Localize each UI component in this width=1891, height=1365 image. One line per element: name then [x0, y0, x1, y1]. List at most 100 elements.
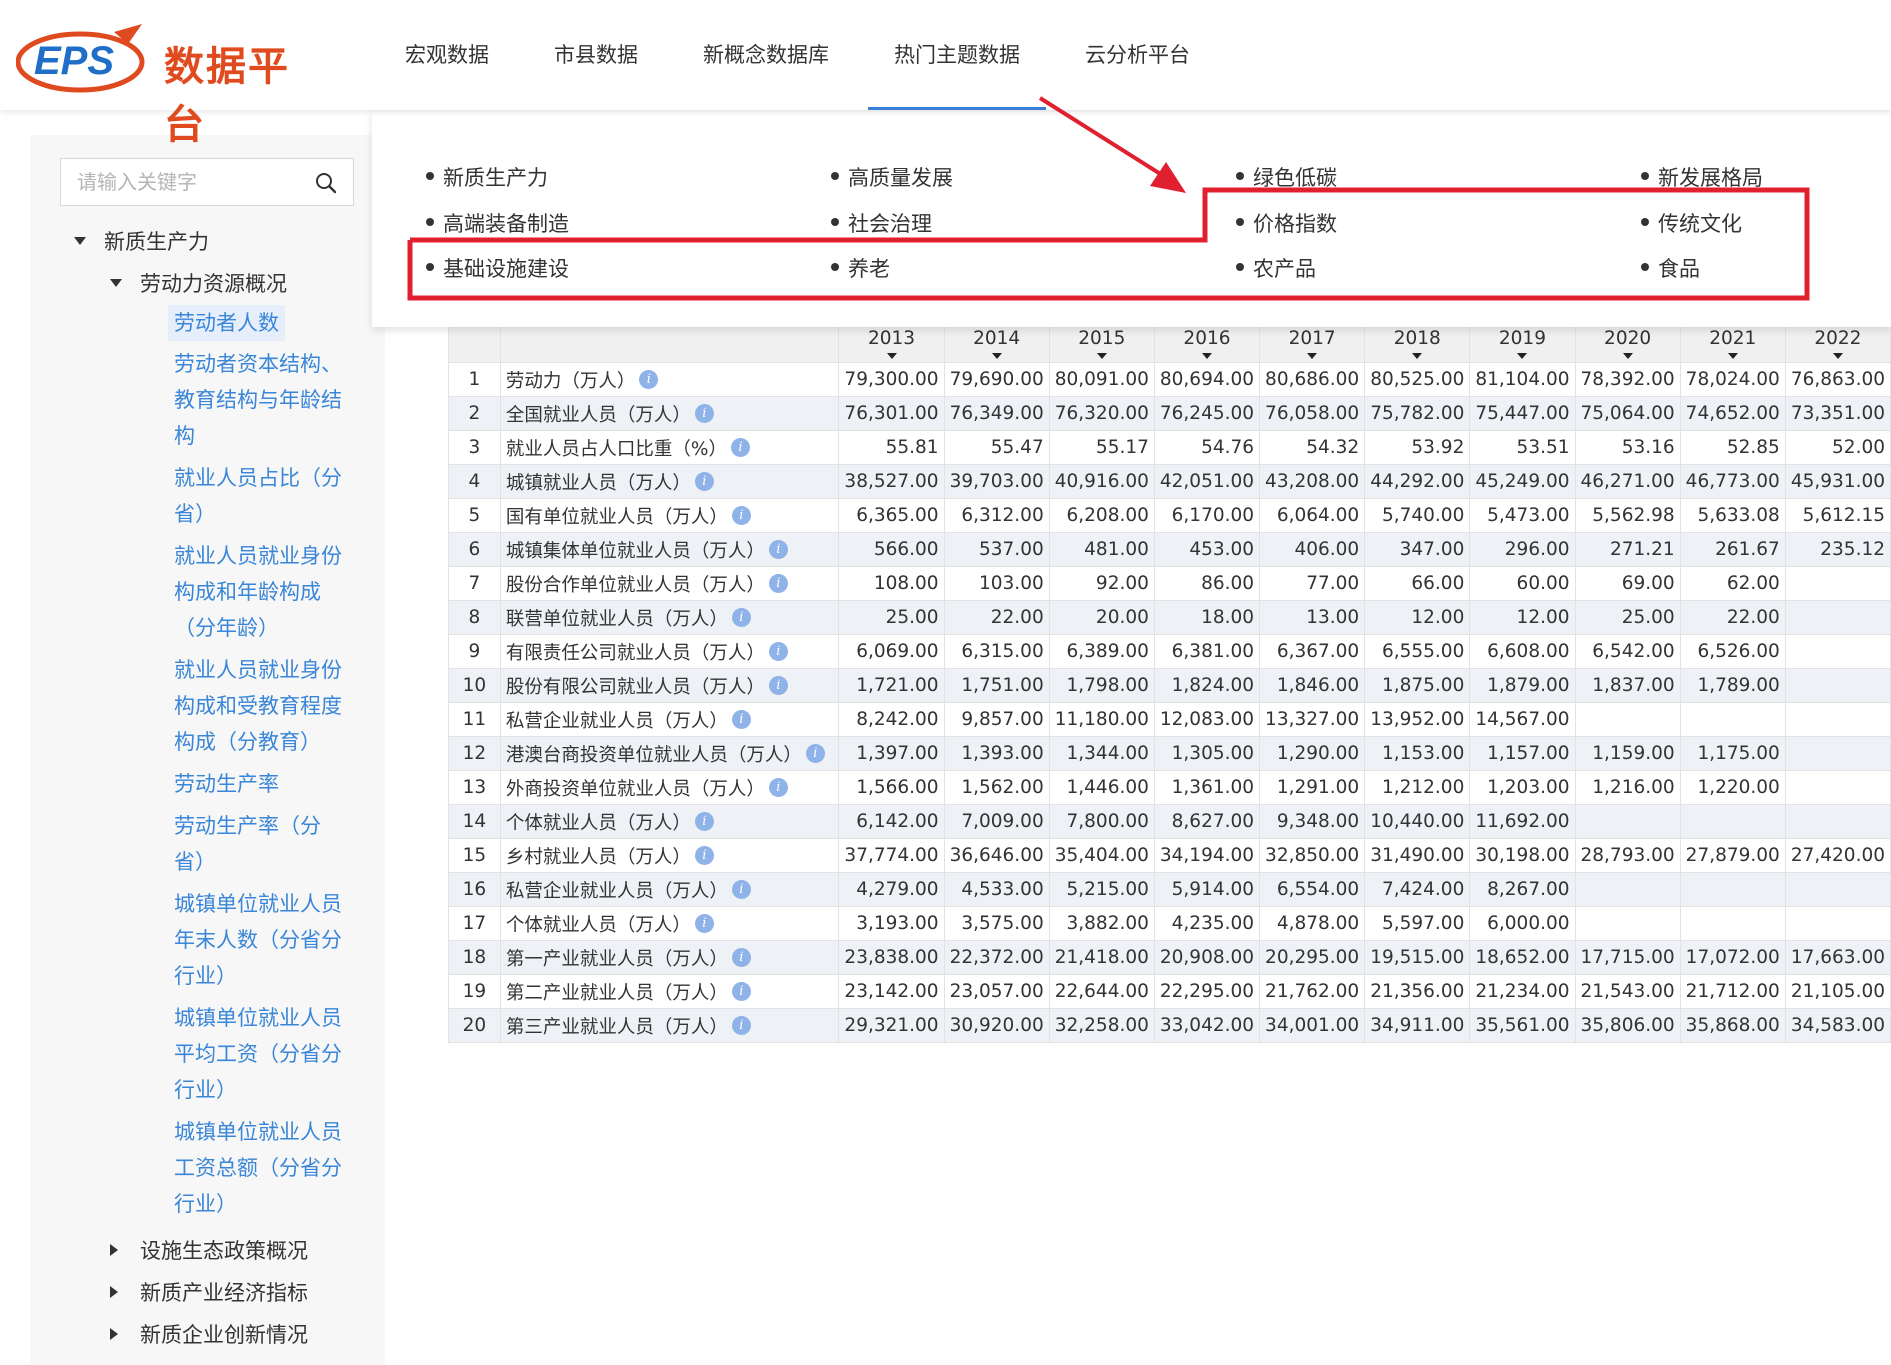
tree-root-new-productivity[interactable]: 新质生产力: [74, 226, 209, 256]
table-row[interactable]: 13 外商投资单位就业人员（万人） i 1,566.00 1,562.00 1,446.0…: [448, 770, 1891, 805]
table-row[interactable]: 12 港澳台商投资单位就业人员（万人） i 1,397.00 1,393.00 1,344…: [448, 736, 1891, 771]
menu-item-traditional-culture[interactable]: 传统文化: [1641, 208, 1742, 238]
column-header-year[interactable]: 2014: [943, 322, 1050, 363]
info-icon[interactable]: i: [731, 710, 751, 729]
menu-item-high-quality-dev[interactable]: 高质量发展: [831, 162, 953, 192]
info-icon[interactable]: i: [768, 540, 788, 559]
value-cell: 8,267.00: [1469, 872, 1576, 907]
info-icon[interactable]: i: [768, 778, 788, 797]
value-cell: 39,703.00: [943, 464, 1050, 499]
tree-leaf-capital-structure[interactable]: 劳动者资本结构、 教育结构与年龄结 构: [174, 346, 342, 454]
tree-leaf-productivity[interactable]: 劳动生产率: [174, 766, 279, 802]
value-cell: [1679, 804, 1786, 839]
menu-item-elderly-care[interactable]: 养老: [831, 253, 890, 283]
info-icon[interactable]: i: [768, 676, 788, 695]
nav-hot-topic-data[interactable]: 热门主题数据: [868, 0, 1046, 110]
info-icon[interactable]: i: [694, 404, 714, 423]
info-icon[interactable]: i: [731, 880, 751, 899]
info-icon[interactable]: i: [639, 370, 659, 389]
info-icon[interactable]: i: [694, 914, 714, 933]
table-row[interactable]: 9 有限责任公司就业人员（万人） i 6,069.00 6,315.00 6,389.00…: [448, 634, 1891, 669]
value-cell: 1,566.00: [838, 770, 945, 805]
info-icon[interactable]: i: [731, 982, 751, 1001]
sort-down-icon: [1727, 353, 1738, 359]
column-header-year[interactable]: 2019: [1469, 322, 1576, 363]
nav-macro-data[interactable]: 宏观数据: [405, 0, 489, 110]
value-cell: [1679, 702, 1786, 737]
menu-item-high-end-equipment[interactable]: 高端装备制造: [426, 208, 569, 238]
menu-item-green-low-carbon[interactable]: 绿色低碳: [1236, 162, 1337, 192]
info-icon[interactable]: i: [731, 608, 751, 627]
tree-leaf-status-by-education[interactable]: 就业人员就业身份 构成和受教育程度 构成（分教育）: [174, 652, 342, 760]
table-row[interactable]: 8 联营单位就业人员（万人） i 25.00 22.00 20.00 18.00 13.00 1…: [448, 600, 1891, 635]
column-header-year[interactable]: 2016: [1153, 322, 1261, 363]
menu-item-infrastructure[interactable]: 基础设施建设: [426, 253, 569, 283]
table-row[interactable]: 4 城镇就业人员（万人） i 38,527.00 39,703.00 40,916.00 4…: [448, 464, 1891, 499]
leaf-line: 城镇单位就业人员: [174, 1006, 342, 1030]
eps-logo[interactable]: EPS 数据平台: [16, 22, 306, 148]
menu-item-new-productivity[interactable]: 新质生产力: [426, 162, 548, 192]
tree-leaf-urban-year-end[interactable]: 城镇单位就业人员 年末人数（分省分 行业）: [174, 886, 342, 994]
tree-leaf-laborers[interactable]: 劳动者人数: [168, 305, 285, 341]
tree-leaf-productivity-by-province[interactable]: 劳动生产率（分 省）: [174, 808, 321, 880]
info-icon[interactable]: i: [731, 1016, 751, 1035]
table-row[interactable]: 14 个体就业人员（万人） i 6,142.00 7,009.00 7,800.00 8,6…: [448, 804, 1891, 839]
menu-item-agricultural-products[interactable]: 农产品: [1236, 253, 1316, 283]
nav-county-data[interactable]: 市县数据: [554, 0, 638, 110]
menu-item-food[interactable]: 食品: [1641, 253, 1700, 283]
column-header-year[interactable]: 2020: [1574, 322, 1681, 363]
table-row[interactable]: 16 私营企业就业人员（万人） i 4,279.00 4,533.00 5,215.00 5…: [448, 872, 1891, 907]
nav-cloud-analysis[interactable]: 云分析平台: [1085, 0, 1190, 110]
column-header-year[interactable]: 2015: [1048, 322, 1155, 363]
info-icon[interactable]: i: [768, 642, 788, 661]
tree-leaf-urban-total-wage[interactable]: 城镇单位就业人员 工资总额（分省分 行业）: [174, 1114, 342, 1222]
table-row[interactable]: 20 第三产业就业人员（万人） i 29,321.00 30,920.00 32,258.…: [448, 1008, 1891, 1043]
tree-leaf-employment-ratio[interactable]: 就业人员占比（分 省）: [174, 460, 342, 532]
menu-item-new-development[interactable]: 新发展格局: [1641, 162, 1763, 192]
table-row[interactable]: 6 城镇集体单位就业人员（万人） i 566.00 537.00 481.00 453.00…: [448, 532, 1891, 567]
indicator-cell: 劳动力（万人） i: [499, 362, 840, 397]
tree-group-labor-overview[interactable]: 劳动力资源概况: [110, 268, 287, 298]
value-cell: 1,846.00: [1259, 668, 1366, 703]
indicator-cell: 外商投资单位就业人员（万人） i: [499, 770, 840, 805]
table-row[interactable]: 18 第一产业就业人员（万人） i 23,838.00 22,372.00 21,418.…: [448, 940, 1891, 975]
column-header-year[interactable]: 2018: [1364, 322, 1471, 363]
menu-item-social-governance[interactable]: 社会治理: [831, 208, 932, 238]
value-cell: 18.00: [1153, 600, 1261, 635]
search-icon[interactable]: [315, 172, 337, 194]
info-icon[interactable]: i: [731, 948, 751, 967]
menu-item-price-index[interactable]: 价格指数: [1236, 208, 1337, 238]
table-row[interactable]: 2 全国就业人员（万人） i 76,301.00 76,349.00 76,320.00 7…: [448, 396, 1891, 431]
table-row[interactable]: 7 股份合作单位就业人员（万人） i 108.00 103.00 92.00 86.00 77…: [448, 566, 1891, 601]
info-icon[interactable]: i: [805, 744, 825, 763]
info-icon[interactable]: i: [694, 812, 714, 831]
tree-leaf-urban-avg-wage[interactable]: 城镇单位就业人员 平均工资（分省分 行业）: [174, 1000, 342, 1108]
value-cell: 6,208.00: [1048, 498, 1155, 533]
table-row[interactable]: 17 个体就业人员（万人） i 3,193.00 3,575.00 3,882.00 4,2…: [448, 906, 1891, 941]
table-row[interactable]: 19 第二产业就业人员（万人） i 23,142.00 23,057.00 22,644.…: [448, 974, 1891, 1009]
table-row[interactable]: 1 劳动力（万人） i 79,300.00 79,690.00 80,091.00 80,6…: [448, 362, 1891, 397]
tree-leaf-status-by-age[interactable]: 就业人员就业身份 构成和年龄构成 （分年龄）: [174, 538, 342, 646]
column-header-year[interactable]: 2022: [1784, 322, 1891, 363]
tree-group-enterprise-innovation[interactable]: 新质企业创新情况: [108, 1319, 308, 1349]
value-cell: 23,057.00: [943, 974, 1050, 1009]
info-icon[interactable]: i: [731, 506, 751, 525]
column-header-year[interactable]: 2013: [838, 322, 945, 363]
indicator-name: 有限责任公司就业人员（万人）: [505, 642, 765, 664]
table-row[interactable]: 3 就业人员占人口比重（%） i 55.81 55.47 55.17 54.76 54.32 5…: [448, 430, 1891, 465]
info-icon[interactable]: i: [694, 472, 714, 491]
column-header-year[interactable]: 2017: [1259, 322, 1366, 363]
column-header-year[interactable]: 2021: [1679, 322, 1786, 363]
table-row[interactable]: 10 股份有限公司就业人员（万人） i 1,721.00 1,751.00 1,798.0…: [448, 668, 1891, 703]
info-icon[interactable]: i: [730, 438, 750, 457]
value-cell: 5,914.00: [1153, 872, 1261, 907]
nav-new-concept-db[interactable]: 新概念数据库: [703, 0, 829, 110]
info-icon[interactable]: i: [694, 846, 714, 865]
table-row[interactable]: 15 乡村就业人员（万人） i 37,774.00 36,646.00 35,404.00…: [448, 838, 1891, 873]
table-row[interactable]: 5 国有单位就业人员（万人） i 6,365.00 6,312.00 6,208.00 6,…: [448, 498, 1891, 533]
info-icon[interactable]: i: [768, 574, 788, 593]
table-row[interactable]: 11 私营企业就业人员（万人） i 8,242.00 9,857.00 11,180.00…: [448, 702, 1891, 737]
tree-group-industry-indicators[interactable]: 新质产业经济指标: [108, 1277, 308, 1307]
tree-group-facility-policy[interactable]: 设施生态政策概况: [108, 1235, 308, 1265]
search-input[interactable]: [77, 159, 307, 205]
